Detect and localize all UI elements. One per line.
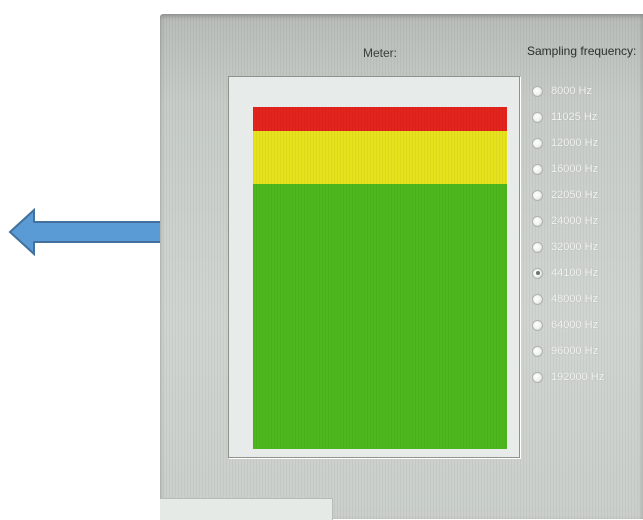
sampling-frequency-heading: Sampling frequency: <box>527 44 637 58</box>
radio-button-icon[interactable] <box>532 215 543 227</box>
radio-option[interactable]: 12000 Hz <box>532 130 604 156</box>
radio-option[interactable]: 96000 Hz <box>532 338 604 364</box>
sampling-frequency-radio-group: 8000 Hz 11025 Hz 12000 Hz 16000 Hz 22050… <box>532 78 604 390</box>
radio-button-icon[interactable] <box>532 111 543 123</box>
radio-option[interactable]: 32000 Hz <box>532 234 604 260</box>
meter-yellow-zone <box>253 130 507 184</box>
radio-option[interactable]: 16000 Hz <box>532 156 604 182</box>
radio-option-label: 32000 Hz <box>551 241 599 253</box>
radio-option[interactable]: 11025 Hz <box>532 104 604 130</box>
radio-button-icon[interactable] <box>532 267 543 279</box>
radio-button-icon[interactable] <box>532 345 543 357</box>
radio-button-icon[interactable] <box>532 293 543 305</box>
radio-button-icon[interactable] <box>532 241 543 253</box>
level-meter <box>228 76 520 458</box>
radio-option-label: 192000 Hz <box>551 371 605 383</box>
radio-option-label: 96000 Hz <box>551 345 599 357</box>
radio-button-icon[interactable] <box>532 137 543 149</box>
radio-button-icon[interactable] <box>532 319 543 331</box>
radio-option-label: 16000 Hz <box>551 163 599 175</box>
radio-button-icon[interactable] <box>532 163 543 175</box>
radio-option-label: 8000 Hz <box>551 85 592 97</box>
radio-button-icon[interactable] <box>532 85 543 97</box>
radio-option-label: 48000 Hz <box>551 293 599 305</box>
radio-option[interactable]: 64000 Hz <box>532 312 604 338</box>
radio-option-label: 12000 Hz <box>551 137 599 149</box>
radio-button-icon[interactable] <box>532 371 543 383</box>
meter-heading: Meter: <box>362 46 397 60</box>
radio-option-label: 11025 Hz <box>551 111 598 123</box>
radio-option[interactable]: 8000 Hz <box>532 78 604 104</box>
radio-option[interactable]: 192000 Hz <box>532 364 604 390</box>
level-meter-bar <box>253 107 507 449</box>
radio-option-label: 64000 Hz <box>551 319 599 331</box>
radio-option[interactable]: 44100 Hz <box>532 260 604 286</box>
radio-option[interactable]: 22050 Hz <box>532 182 604 208</box>
bottom-panel-edge <box>160 498 333 520</box>
meter-red-zone <box>253 107 507 131</box>
radio-button-icon[interactable] <box>532 189 543 201</box>
radio-option-label: 44100 Hz <box>551 267 599 279</box>
radio-option[interactable]: 48000 Hz <box>532 286 604 312</box>
radio-option-label: 24000 Hz <box>551 215 599 227</box>
radio-option[interactable]: 24000 Hz <box>532 208 604 234</box>
sampling-settings-panel: Meter: Sampling frequency: 8000 Hz 11025… <box>160 14 643 520</box>
meter-green-zone <box>253 183 507 449</box>
radio-option-label: 22050 Hz <box>551 189 599 201</box>
